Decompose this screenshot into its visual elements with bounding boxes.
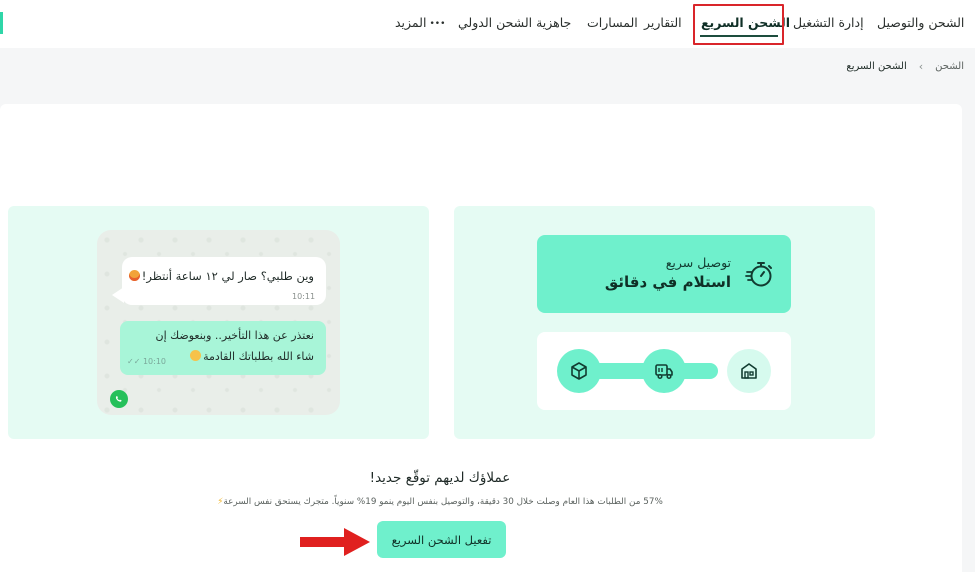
stopwatch-icon	[745, 262, 772, 287]
package-icon	[571, 362, 587, 380]
angry-emoji-icon	[128, 270, 140, 281]
chevron-left-icon: ›	[918, 60, 924, 73]
package-step	[557, 349, 601, 393]
store-step	[727, 349, 771, 393]
incoming-message-time: 10:11	[292, 292, 316, 301]
incoming-message-bubble: وين طلبي؟ صار لي ١٢ ساعة أنتظر! 10:11	[112, 257, 326, 305]
double-check-icon: ✓✓	[127, 357, 143, 366]
nav-item-routes[interactable]: المسارات	[587, 15, 638, 30]
nav-item-more[interactable]: •••المزيد	[395, 15, 445, 30]
chat-mockup: وين طلبي؟ صار لي ١٢ ساعة أنتظر! 10:11 نع…	[97, 230, 340, 415]
fast-delivery-title: استلام في دقائق	[604, 273, 731, 291]
main-panel: وين طلبي؟ صار لي ١٢ ساعة أنتظر! 10:11 نع…	[0, 104, 962, 572]
outgoing-message-line2: شاء الله بطلباتك القادمة	[188, 350, 314, 363]
promo-headline: عملاؤك لديهم توقّع جديد!	[369, 470, 511, 486]
nav-more-label: المزيد	[395, 15, 427, 30]
fast-delivery-subtitle: توصيل سريع	[665, 255, 731, 270]
breadcrumb-current: الشحن السريع	[846, 61, 907, 72]
nav-item-shipping-delivery[interactable]: الشحن والتوصيل	[877, 15, 964, 30]
delivery-tracking-box	[537, 332, 791, 410]
nav-item-international-readiness[interactable]: جاهزية الشحن الدولي	[458, 15, 571, 30]
nav-item-reports[interactable]: التقارير	[644, 15, 682, 30]
nav-accent-edge	[0, 12, 3, 34]
breadcrumb-root[interactable]: الشحن	[935, 61, 964, 72]
fast-delivery-box: توصيل سريع استلام في دقائق	[537, 235, 791, 313]
outgoing-message-bubble: نعتذر عن هذا التأخير.. وبنعوضك إن شاء ال…	[120, 321, 326, 375]
annotation-highlight-box	[693, 4, 784, 45]
promo-description: 57% من الطلبات هذا العام وصلت خلال 30 دق…	[217, 497, 663, 507]
outgoing-message-time: ✓✓ 10:10	[127, 357, 167, 366]
activate-fast-shipping-button[interactable]: تفعيل الشحن السريع	[377, 521, 506, 558]
truck-icon	[655, 364, 673, 380]
breadcrumb: الشحن › الشحن السريع	[846, 60, 964, 73]
top-nav: الشحن والتوصيل إدارة التشغيل الشحن السري…	[0, 0, 975, 48]
annotation-arrow-icon	[300, 528, 370, 556]
whatsapp-icon	[110, 390, 128, 408]
outgoing-message-line1: نعتذر عن هذا التأخير.. وبنعوضك إن	[155, 329, 314, 342]
smile-emoji-icon	[190, 350, 202, 361]
truck-step	[642, 349, 686, 393]
more-dots-icon: •••	[429, 18, 446, 29]
store-icon	[741, 363, 757, 379]
nav-item-operations[interactable]: إدارة التشغيل	[793, 15, 864, 30]
incoming-message-text: وين طلبي؟ صار لي ١٢ ساعة أنتظر!	[127, 269, 314, 283]
